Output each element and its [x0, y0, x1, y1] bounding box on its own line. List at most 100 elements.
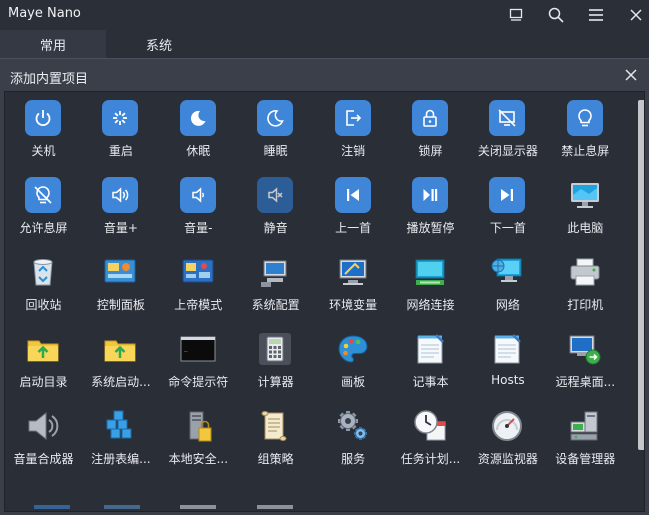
builtin-item-lock[interactable]: 锁屏 [392, 92, 469, 169]
builtin-item-restart[interactable]: 重启 [82, 92, 159, 169]
registry-editor-icon [102, 408, 138, 444]
item-label: 本地安全... [168, 452, 229, 466]
item-label: 关机 [31, 144, 56, 158]
builtin-item-paint-palette[interactable]: 画板 [315, 323, 392, 400]
builtin-item-calculator[interactable]: 计算器 [237, 323, 314, 400]
app-title: Maye Nano [8, 6, 81, 21]
builtin-item-volume-down[interactable]: 音量- [160, 169, 237, 246]
vertical-scrollbar[interactable] [637, 92, 644, 511]
builtin-item-play-pause[interactable]: 播放暂停 [392, 169, 469, 246]
builtin-item-hosts-notepad[interactable]: Hosts [469, 323, 546, 400]
item-label: 命令提示符 [168, 375, 229, 389]
builtin-item-group-policy[interactable]: 组策略 [237, 400, 314, 477]
builtin-item-command-prompt[interactable]: _ 命令提示符 [160, 323, 237, 400]
builtin-item-services-gear[interactable]: 服务 [315, 400, 392, 477]
builtin-item-computer[interactable]: 此电脑 [547, 169, 624, 246]
moon-icon [179, 100, 216, 136]
network-icon [489, 254, 525, 290]
partial-item-icon [257, 505, 293, 509]
mini-mode-button[interactable] [504, 4, 528, 26]
volume-down-icon [179, 177, 216, 213]
item-label: 记事本 [412, 375, 449, 389]
builtin-item-local-security[interactable]: 本地安全... [160, 400, 237, 477]
builtin-item-control-panel[interactable]: 控制面板 [82, 246, 159, 323]
builtin-item-system-config[interactable]: 系统配置 [237, 246, 314, 323]
item-label: 任务计划... [400, 452, 461, 466]
builtin-item-logout[interactable]: 注销 [315, 92, 392, 169]
local-security-icon [180, 408, 216, 444]
builtin-item-next-track[interactable]: 下一首 [469, 169, 546, 246]
builtin-item-power[interactable]: 关机 [5, 92, 82, 169]
builtin-item-god-mode[interactable]: 上帝模式 [160, 246, 237, 323]
builtin-item-volume-mixer[interactable]: 音量合成器 [5, 400, 82, 477]
next-track-icon [489, 177, 526, 213]
item-label: 控制面板 [96, 298, 145, 312]
close-icon [625, 69, 637, 81]
builtin-item-system-startup-folder[interactable]: 系统启动... [82, 323, 159, 400]
item-label: 注册表编... [91, 452, 151, 466]
item-label: 关闭显示器 [477, 144, 538, 158]
logout-icon [334, 100, 371, 136]
builtin-item-environment-variables[interactable]: 环境变量 [315, 246, 392, 323]
recycle-bin-icon [25, 254, 61, 290]
builtin-item-monitor-off[interactable]: 关闭显示器 [469, 92, 546, 169]
builtin-item-notepad[interactable]: 记事本 [392, 323, 469, 400]
item-label: 注销 [341, 144, 366, 158]
partial-item-icon [104, 505, 140, 509]
play-pause-icon [412, 177, 448, 213]
builtin-item-bulb[interactable]: 禁止息屏 [547, 92, 624, 169]
bulb-icon [566, 100, 603, 136]
moon-outline-icon [257, 100, 294, 136]
paint-palette-icon [335, 331, 371, 367]
dialog-title: 添加内置项目 [10, 72, 89, 87]
network-connections-icon [412, 254, 448, 290]
builtin-item-mute[interactable]: 静音 [237, 169, 314, 246]
partial-item-icon [34, 505, 70, 509]
item-label: 计算器 [257, 375, 294, 389]
builtin-item-startup-folder[interactable]: 启动目录 [5, 323, 82, 400]
power-icon [25, 100, 61, 136]
builtin-item-network-connections[interactable]: 网络连接 [392, 246, 469, 323]
item-label: 系统启动... [91, 375, 151, 389]
builtin-item-moon[interactable]: 休眠 [160, 92, 237, 169]
builtin-item-previous-track[interactable]: 上一首 [315, 169, 392, 246]
item-label: 重启 [108, 144, 133, 158]
remote-desktop-icon [567, 331, 603, 367]
hamburger-menu-icon [589, 9, 603, 21]
mute-icon [257, 177, 294, 213]
builtin-item-bulb-off[interactable]: 允许息屏 [5, 169, 82, 246]
search-icon [548, 7, 564, 23]
item-label: 此电脑 [567, 221, 604, 235]
window-close-button[interactable] [624, 4, 648, 26]
builtin-item-moon-outline[interactable]: 睡眠 [237, 92, 314, 169]
builtin-item-printer[interactable]: 打印机 [547, 246, 624, 323]
builtin-item-remote-desktop[interactable]: 远程桌面... [547, 323, 624, 400]
item-label: 画板 [341, 375, 366, 389]
dialog-close-button[interactable] [621, 65, 641, 85]
item-label: 系统配置 [251, 298, 300, 312]
scroll-thumb[interactable] [638, 100, 644, 450]
builtin-item-resource-monitor[interactable]: 资源监视器 [469, 400, 546, 477]
item-label: 启动目录 [19, 375, 68, 389]
builtin-item-recycle-bin[interactable]: 回收站 [5, 246, 82, 323]
item-label: 音量+ [103, 221, 138, 235]
volume-mixer-icon [25, 408, 61, 444]
dialog-header: 添加内置项目 [0, 59, 649, 91]
task-scheduler-icon [412, 408, 448, 444]
printer-icon [567, 254, 603, 290]
builtin-item-registry-editor[interactable]: 注册表编... [82, 400, 159, 477]
tab-system[interactable]: 系统 [106, 30, 212, 58]
item-label: Hosts [491, 373, 525, 387]
builtin-item-task-scheduler[interactable]: 任务计划... [392, 400, 469, 477]
startup-folder-icon [25, 331, 61, 367]
item-label: 音量合成器 [13, 452, 74, 466]
builtin-item-network[interactable]: 网络 [469, 246, 546, 323]
group-policy-icon [257, 408, 293, 444]
builtin-item-device-manager[interactable]: 设备管理器 [547, 400, 624, 477]
builtin-item-volume-up[interactable]: 音量+ [82, 169, 159, 246]
item-label: 休眠 [186, 144, 211, 158]
menu-button[interactable] [584, 4, 608, 26]
tab-common[interactable]: 常用 [0, 30, 106, 58]
svg-text:_: _ [184, 345, 188, 352]
search-button[interactable] [544, 4, 568, 26]
